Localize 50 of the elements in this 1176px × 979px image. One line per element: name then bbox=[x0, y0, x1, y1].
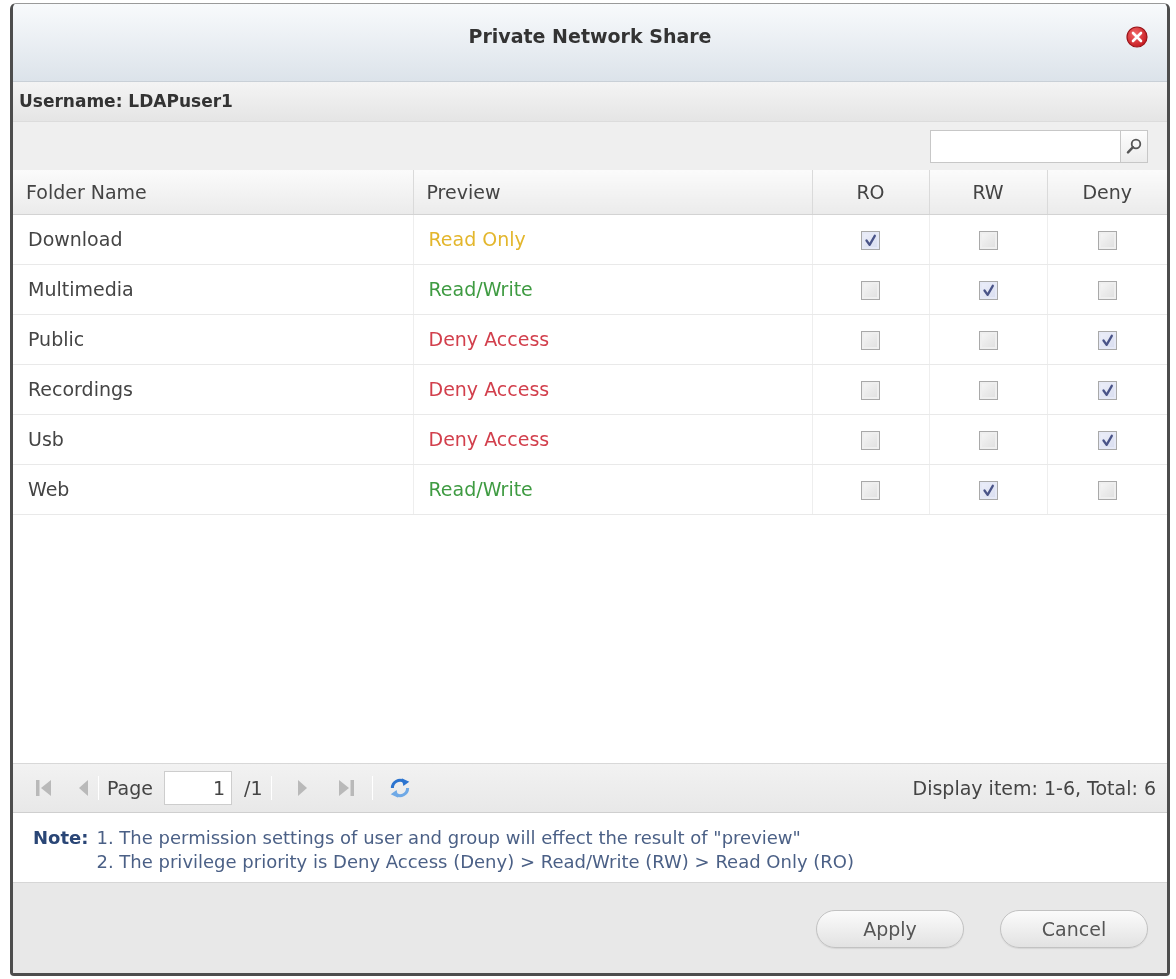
checkbox[interactable] bbox=[861, 230, 880, 250]
preview-cell: Read/Write bbox=[413, 464, 812, 514]
checkbox[interactable] bbox=[978, 280, 998, 300]
checkbox[interactable] bbox=[1097, 480, 1117, 500]
checkbox[interactable] bbox=[861, 430, 880, 450]
table-cell: Multimedia bbox=[13, 264, 413, 314]
checkbox[interactable] bbox=[978, 330, 998, 350]
checkbox[interactable] bbox=[1097, 330, 1117, 350]
checkbox[interactable] bbox=[1097, 380, 1117, 400]
page-field[interactable]: 1 bbox=[164, 771, 232, 805]
checkbox[interactable] bbox=[861, 480, 880, 500]
checkbox[interactable] bbox=[1097, 230, 1117, 250]
preview-cell: Deny Access bbox=[413, 414, 812, 464]
username-label: Username: LDAPuser1 bbox=[19, 89, 233, 113]
note-line: 1. The permission settings of user and group will effect the result of "preview" bbox=[96, 826, 802, 850]
preview-cell: Read Only bbox=[413, 214, 812, 264]
checkbox[interactable] bbox=[978, 480, 998, 500]
preview-cell: Deny Access bbox=[413, 314, 812, 364]
column-header: RO bbox=[812, 170, 929, 214]
checkbox[interactable] bbox=[861, 380, 880, 400]
display-summary: Display item: 1-6, Total: 6 bbox=[912, 775, 1156, 801]
table-cell: Public bbox=[13, 314, 413, 364]
preview-cell: Deny Access bbox=[413, 364, 812, 414]
note-line: 2. The privilege priority is Deny Access (Deny) > Read/Write (RW) > Read Only (RO) bbox=[96, 850, 855, 874]
checkbox[interactable] bbox=[861, 330, 880, 350]
table-cell: Recordings bbox=[13, 364, 413, 414]
checkbox[interactable] bbox=[1097, 430, 1117, 450]
page-count: /1 bbox=[244, 775, 263, 801]
dialog-button[interactable]: Cancel bbox=[1000, 910, 1148, 948]
table-cell: Usb bbox=[13, 414, 413, 464]
search-field[interactable] bbox=[930, 129, 1120, 163]
checkbox[interactable] bbox=[978, 230, 998, 250]
checkbox[interactable] bbox=[978, 380, 998, 400]
search-button[interactable] bbox=[1120, 129, 1148, 163]
preview-cell: Read/Write bbox=[413, 264, 812, 314]
close-icon[interactable] bbox=[1126, 25, 1148, 48]
column-header: Preview bbox=[413, 170, 812, 214]
table-cell: Download bbox=[13, 214, 413, 264]
checkbox[interactable] bbox=[861, 280, 880, 300]
table-cell: Web bbox=[13, 464, 413, 514]
column-header: Folder Name bbox=[13, 170, 413, 214]
column-header: RW bbox=[929, 170, 1047, 214]
note-label: Note: bbox=[33, 826, 89, 850]
column-header: Deny bbox=[1047, 170, 1167, 214]
search-icon bbox=[1126, 138, 1142, 154]
checkbox[interactable] bbox=[978, 430, 998, 450]
checkbox[interactable] bbox=[1097, 280, 1117, 300]
page-label: Page bbox=[107, 775, 153, 801]
window-title: Private Network Share bbox=[467, 24, 713, 50]
dialog-button[interactable]: Apply bbox=[816, 910, 964, 948]
